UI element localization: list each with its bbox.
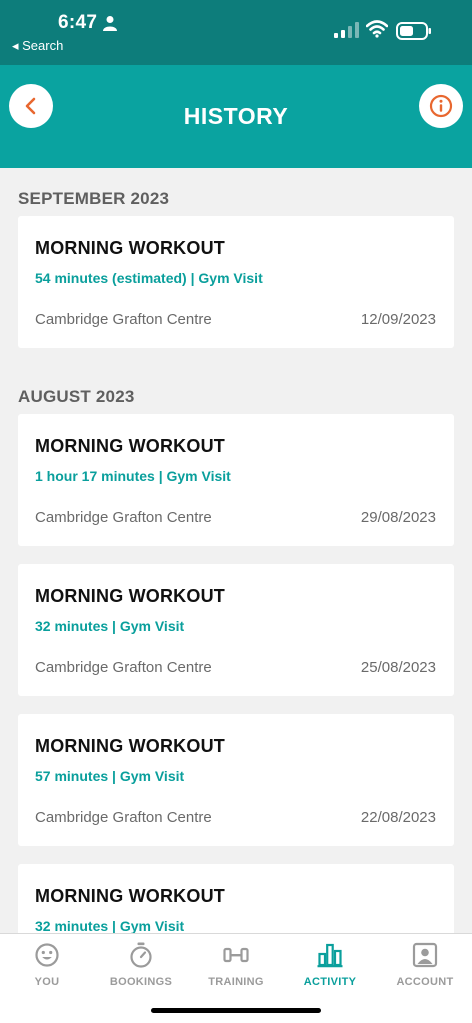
person-icon [103,16,117,31]
workout-location: Cambridge Grafton Centre [35,311,212,328]
workout-meta: 1 hour 17 minutes | Gym Visit [35,468,231,484]
tab-label: TRAINING [208,976,264,988]
tab-you[interactable]: YOU [0,942,94,988]
tab-label: ACCOUNT [396,976,454,988]
workout-location: Cambridge Grafton Centre [35,659,212,676]
workout-title: MORNING WORKOUT [35,238,225,258]
smiley-icon [35,943,59,967]
history-list[interactable]: SEPTEMBER 2023 MORNING WORKOUT 54 minute… [0,168,472,933]
workout-date: 25/08/2023 [360,659,436,676]
info-button[interactable] [419,84,463,128]
tab-training[interactable]: TRAINING [189,942,283,988]
workout-title: MORNING WORKOUT [35,586,225,606]
workout-title: MORNING WORKOUT [35,886,225,906]
section-title-august: AUGUST 2023 [18,387,135,406]
workout-date: 22/08/2023 [360,809,436,826]
page-title: HISTORY [183,103,289,129]
workout-location: Cambridge Grafton Centre [35,809,212,826]
bar-chart-icon [317,943,343,968]
section-title-september: SEPTEMBER 2023 [18,189,170,208]
workout-title: MORNING WORKOUT [35,736,225,756]
battery-icon [396,22,431,40]
workout-card[interactable]: MORNING WORKOUT 32 minutes | Gym Visit [18,864,454,933]
stopwatch-icon [130,942,152,968]
workout-meta: 54 minutes (estimated) | Gym Visit [35,270,263,286]
workout-date: 12/09/2023 [360,311,436,328]
tab-activity[interactable]: ACTIVITY [283,942,377,988]
workout-card[interactable]: MORNING WORKOUT 54 minutes (estimated) |… [18,216,454,348]
workout-meta: 32 minutes | Gym Visit [35,918,185,933]
tab-bookings[interactable]: BOOKINGS [94,942,188,988]
profile-card-icon [412,942,438,968]
info-icon [429,94,453,118]
status-time: 6:47 [58,12,98,33]
workout-card[interactable]: MORNING WORKOUT 1 hour 17 minutes | Gym … [18,414,454,546]
dumbbell-icon [223,947,249,963]
app-header: HISTORY [0,65,472,168]
wifi-icon [366,20,388,38]
workout-meta: 57 minutes | Gym Visit [35,768,185,784]
status-bar: 6:47 ◂ Search [0,0,472,65]
workout-card[interactable]: MORNING WORKOUT 57 minutes | Gym Visit C… [18,714,454,846]
workout-title: MORNING WORKOUT [35,436,225,456]
tab-label: BOOKINGS [109,976,173,988]
home-indicator [151,1008,321,1013]
tab-account[interactable]: ACCOUNT [378,942,472,988]
back-to-search-link[interactable]: ◂ Search [12,38,63,54]
tab-label: YOU [34,976,60,988]
workout-date: 29/08/2023 [360,509,436,526]
cellular-signal-icon [334,22,359,38]
tab-label: ACTIVITY [303,976,357,988]
workout-meta: 32 minutes | Gym Visit [35,618,185,634]
workout-location: Cambridge Grafton Centre [35,509,212,526]
workout-card[interactable]: MORNING WORKOUT 32 minutes | Gym Visit C… [18,564,454,696]
